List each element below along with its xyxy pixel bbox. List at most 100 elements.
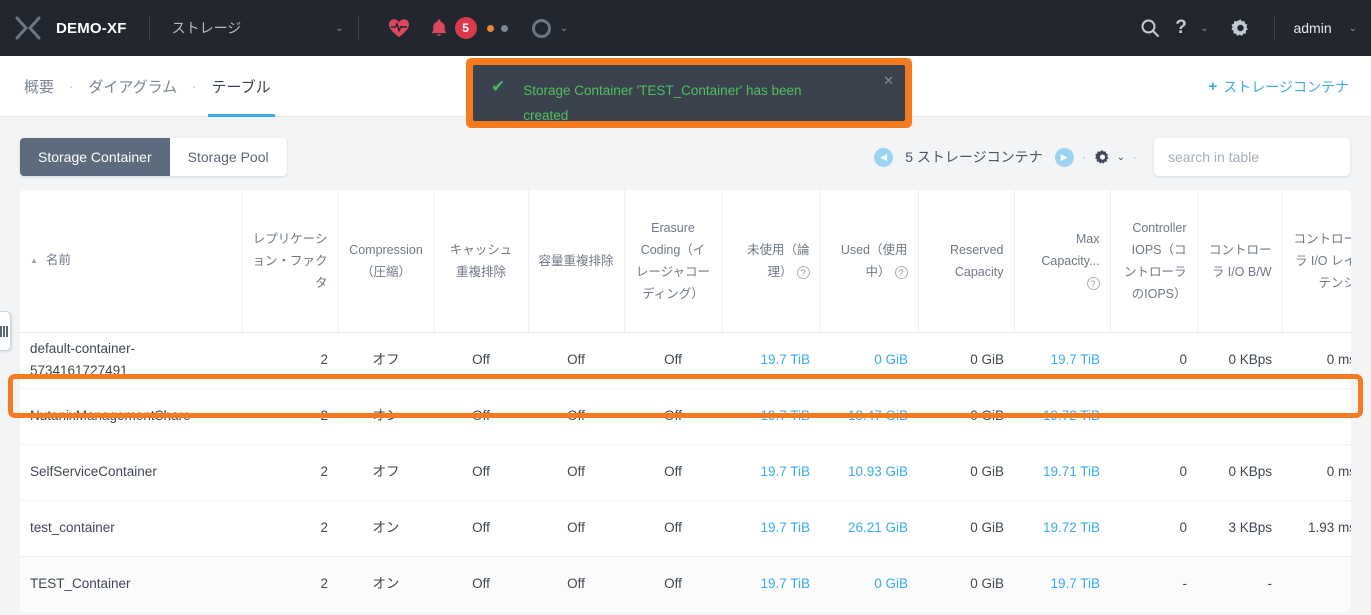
status-dot-grey (500, 24, 508, 32)
entity-count-label: 5 ストレージコンテナ (905, 149, 1043, 165)
tab-diagram[interactable]: ダイアグラム (84, 56, 181, 117)
entity-selector[interactable]: ストレージ ⌄ (150, 18, 358, 38)
next-page-button[interactable]: ▶ (1054, 147, 1074, 167)
table-search-box[interactable] (1154, 138, 1350, 176)
help-icon[interactable]: ? (894, 265, 908, 279)
user-chevron-down-icon[interactable]: ⌄ (1349, 23, 1357, 34)
cell-controller-io-latency: 1.93 ms (1282, 500, 1351, 557)
cell-controller-io-bw: 0 KBps (1197, 444, 1282, 501)
cell-controller-io-bw: - (1197, 388, 1282, 445)
cell-max-capacity[interactable]: 19.72 TiB (1014, 388, 1110, 445)
drawer-grip-icon (0, 325, 8, 337)
column-header-controller-iops[interactable]: Controller IOPS（コントローラのIOPS） (1110, 190, 1198, 333)
tasks-chevron-down-icon[interactable]: ⌄ (560, 23, 568, 34)
search-icon[interactable] (1130, 0, 1170, 56)
column-header-max-capacity-label: Max Capacity... (1041, 231, 1100, 268)
cell-name[interactable]: default-container-5734161727491 (20, 332, 242, 389)
table-row[interactable]: TEST_Container 2 オン Off Off Off 19.7 TiB… (20, 556, 1351, 612)
search-input[interactable] (1168, 149, 1349, 165)
cell-max-capacity[interactable]: 19.7 TiB (1014, 332, 1110, 389)
column-header-used[interactable]: Used（使用中）? (820, 190, 919, 333)
cell-used[interactable]: 10.93 GiB (820, 444, 918, 501)
cell-controller-io-latency: 0 ms (1282, 332, 1351, 389)
plus-icon: + (1208, 78, 1218, 95)
cell-reserved-capacity: 0 GiB (918, 444, 1014, 501)
column-header-controller-io-latency[interactable]: コントローラ I/O レイテンシ (1282, 190, 1351, 333)
close-icon[interactable]: ✕ (883, 73, 894, 89)
tab-table[interactable]: テーブル (207, 56, 275, 117)
table-row[interactable]: NutanixManagementShare 2 オン Off Off Off … (20, 388, 1351, 445)
column-header-replication-factor[interactable]: レプリケーション・ファクタ (242, 190, 339, 333)
column-header-capacity-dedup[interactable]: 容量重複排除 (528, 190, 625, 333)
heart-pulse-icon[interactable] (379, 0, 419, 56)
cell-unused-logical[interactable]: 19.7 TiB (722, 444, 820, 501)
table-header-row: ▲ 名前 レプリケーション・ファクタ Compression（圧縮） キャッシュ重… (20, 190, 1351, 333)
cell-name[interactable]: SelfServiceContainer (20, 444, 242, 501)
help-chevron-down-icon[interactable]: ⌄ (1200, 23, 1208, 34)
column-header-controller-io-bw[interactable]: コントローラ I/O B/W (1197, 190, 1283, 333)
cell-capacity-dedup: Off (528, 556, 624, 612)
cell-used[interactable]: 26.21 GiB (820, 500, 918, 557)
cell-name[interactable]: test_container (20, 500, 242, 557)
cell-capacity-dedup: Off (528, 332, 624, 389)
help-icon[interactable]: ? (1170, 0, 1192, 56)
page-tabs: 概要 · ダイアグラム · テーブル (20, 56, 275, 117)
cell-controller-io-latency: - (1282, 388, 1351, 445)
prev-page-button[interactable]: ◀ (874, 147, 894, 167)
cell-unused-logical[interactable]: 19.7 TiB (722, 500, 820, 557)
cell-name[interactable]: TEST_Container (20, 556, 242, 612)
cell-used[interactable]: 0 GiB (820, 332, 918, 389)
cell-unused-logical[interactable]: 19.7 TiB (722, 332, 820, 389)
table-body: default-container-5734161727491 2 オフ Off… (20, 332, 1351, 612)
column-header-unused-logical[interactable]: 未使用（論理）? (722, 190, 821, 333)
column-header-compression[interactable]: Compression（圧縮） (338, 190, 435, 333)
cell-cache-dedup: Off (434, 332, 528, 389)
table-row[interactable]: default-container-5734161727491 2 オフ Off… (20, 332, 1351, 389)
cell-used[interactable]: 18.47 GiB (820, 388, 918, 445)
column-header-erasure-coding[interactable]: Erasure Coding（イレージャコーディング） (624, 190, 723, 333)
cell-rf: 2 (242, 388, 338, 445)
cell-unused-logical[interactable]: 19.7 TiB (722, 556, 820, 612)
success-toast[interactable]: ✔ Storage Container 'TEST_Container' has… (473, 65, 905, 123)
cell-used[interactable]: 0 GiB (820, 556, 918, 612)
cell-reserved-capacity: 0 GiB (918, 500, 1014, 557)
bell-icon[interactable] (419, 0, 459, 56)
segment-storage-pool[interactable]: Storage Pool (169, 138, 287, 176)
cell-max-capacity[interactable]: 19.72 TiB (1014, 500, 1110, 557)
nav-status-icons: 5 ⌄ (359, 0, 568, 56)
add-storage-container-link[interactable]: + ストレージコンテナ (1209, 56, 1350, 117)
user-menu-label[interactable]: admin (1275, 20, 1339, 36)
table-settings-button[interactable]: ⌄ (1094, 149, 1125, 166)
tasks-circle-icon[interactable] (531, 18, 551, 38)
cluster-name[interactable]: DEMO-XF (56, 20, 149, 37)
tab-overview[interactable]: 概要 (20, 56, 58, 117)
segment-storage-container[interactable]: Storage Container (20, 138, 170, 176)
cell-max-capacity[interactable]: 19.7 TiB (1014, 556, 1110, 612)
cell-rf: 2 (242, 556, 338, 612)
cell-controller-iops: 0 (1110, 444, 1197, 501)
toolbar-right-group: ◀ 5 ストレージコンテナ ▶ · ⌄ · (874, 138, 1350, 176)
column-header-max-capacity[interactable]: Max Capacity...? (1014, 190, 1111, 333)
help-icon[interactable]: ? (1086, 276, 1100, 290)
table-row[interactable]: SelfServiceContainer 2 オフ Off Off Off 19… (20, 444, 1351, 501)
column-header-reserved-capacity[interactable]: Reserved Capacity (918, 190, 1015, 333)
gear-icon[interactable] (1220, 0, 1260, 56)
column-header-cache-dedup[interactable]: キャッシュ重複排除 (434, 190, 529, 333)
tab-separator-1: · (69, 79, 74, 94)
gear-icon (1094, 149, 1109, 163)
cell-rf: 2 (242, 500, 338, 557)
alert-count-badge[interactable]: 5 (454, 17, 477, 39)
column-header-name[interactable]: ▲ 名前 (20, 190, 243, 333)
cell-name[interactable]: NutanixManagementShare (20, 388, 242, 445)
cell-max-capacity[interactable]: 19.71 TiB (1014, 444, 1110, 501)
toolbar-separator-1: · (1081, 150, 1086, 164)
status-dot-orange (486, 24, 494, 32)
x-logo-icon[interactable] (0, 0, 56, 56)
sidebar-drawer-handle[interactable] (0, 311, 11, 351)
chevron-down-icon: ⌄ (335, 22, 344, 34)
toolbar-separator-2: · (1133, 150, 1137, 164)
cell-unused-logical[interactable]: 19.7 TiB (722, 388, 820, 445)
help-icon[interactable]: ? (796, 265, 810, 279)
table-row[interactable]: test_container 2 オン Off Off Off 19.7 TiB… (20, 500, 1351, 557)
cell-compression: オン (338, 500, 434, 557)
